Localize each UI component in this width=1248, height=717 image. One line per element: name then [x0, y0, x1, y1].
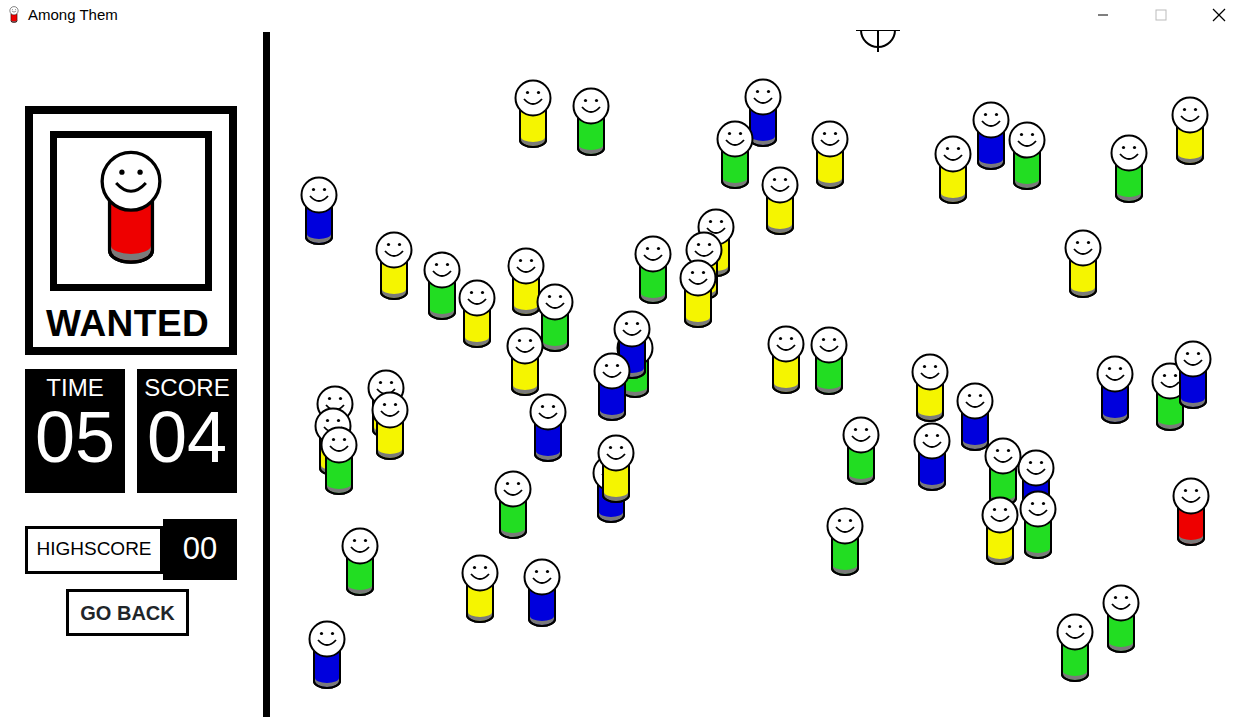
crowd-figure-icon[interactable]: [493, 469, 533, 545]
crowd-figure-icon[interactable]: [457, 278, 497, 354]
crowd-figure-icon[interactable]: [825, 506, 865, 582]
app-icon: [8, 6, 20, 24]
crowd-figure-icon[interactable]: [1007, 120, 1047, 196]
window-title: Among Them: [28, 4, 118, 27]
wanted-label: WANTED: [46, 305, 229, 342]
highscore-label: HIGHSCORE: [25, 526, 163, 574]
crowd-figure-icon[interactable]: [633, 234, 673, 310]
crowd-figure-icon[interactable]: [370, 390, 410, 466]
crowd-figure-icon[interactable]: [522, 557, 562, 633]
crowd-figure-icon[interactable]: [592, 351, 632, 427]
crowd-figure-icon[interactable]: [715, 119, 755, 195]
time-label: TIME: [46, 375, 103, 401]
crowd-figure-icon[interactable]: [1063, 228, 1103, 304]
crowd-figure-icon[interactable]: [1055, 612, 1095, 688]
crowd-figure-icon[interactable]: [1170, 95, 1210, 171]
score-label: SCORE: [144, 375, 229, 401]
crowd-figure-icon[interactable]: [971, 100, 1011, 176]
crowd-figure-icon[interactable]: [299, 175, 339, 251]
close-icon[interactable]: [1190, 0, 1248, 30]
crowd-figure-icon[interactable]: [809, 325, 849, 401]
score-box: SCORE 04: [137, 369, 237, 493]
crowd-figure-icon[interactable]: [1173, 339, 1213, 415]
wanted-figure-icon: [98, 148, 164, 274]
score-value: 04: [147, 401, 227, 473]
crowd-figure-icon[interactable]: [505, 326, 545, 402]
crowd-figure-icon[interactable]: [460, 553, 500, 629]
go-back-button[interactable]: GO BACK: [66, 589, 189, 636]
crowd-figure-icon[interactable]: [1101, 583, 1141, 659]
crowd-figure-icon[interactable]: [1109, 133, 1149, 209]
crowd-figure-icon[interactable]: [513, 78, 553, 154]
crowd-figure-icon[interactable]: [766, 324, 806, 400]
crowd-figure-icon[interactable]: [910, 352, 950, 428]
game-canvas[interactable]: [270, 30, 1248, 717]
crowd-figure-icon[interactable]: [1018, 489, 1058, 565]
crowd-figure-icon[interactable]: [528, 392, 568, 468]
crowd-figure-icon[interactable]: [678, 258, 718, 334]
divider: [263, 32, 270, 717]
crowd-figure-icon[interactable]: [422, 250, 462, 326]
crowd-figure-icon[interactable]: [760, 165, 800, 241]
crowd-figure-icon[interactable]: [1171, 476, 1211, 552]
crowd-figure-icon[interactable]: [933, 134, 973, 210]
crowd-figure-icon[interactable]: [596, 433, 636, 509]
side-panel: WANTED TIME 05 SCORE 04 HIGHSCORE 00 GO …: [0, 30, 263, 717]
crowd-figure-icon[interactable]: [912, 421, 952, 497]
wanted-frame: [50, 131, 212, 291]
crowd-figure-icon[interactable]: [307, 619, 347, 695]
time-box: TIME 05: [25, 369, 125, 493]
crowd-figure-icon[interactable]: [810, 119, 850, 195]
crowd-figure-icon[interactable]: [571, 86, 611, 162]
title-bar: Among Them: [0, 0, 1248, 30]
crowd-figure-icon[interactable]: [374, 230, 414, 306]
crowd-figure-icon[interactable]: [980, 495, 1020, 571]
crowd-figure-icon[interactable]: [319, 425, 359, 501]
maximize-icon: [1132, 0, 1190, 30]
wanted-poster: WANTED: [25, 106, 237, 355]
crowd-figure-icon[interactable]: [841, 415, 881, 491]
crowd-figure-icon[interactable]: [340, 526, 380, 602]
time-value: 05: [35, 401, 115, 473]
minimize-icon[interactable]: [1074, 0, 1132, 30]
highscore-value: 00: [163, 519, 237, 580]
crowd-figure-icon[interactable]: [1095, 354, 1135, 430]
crosshair-icon: [856, 30, 900, 52]
